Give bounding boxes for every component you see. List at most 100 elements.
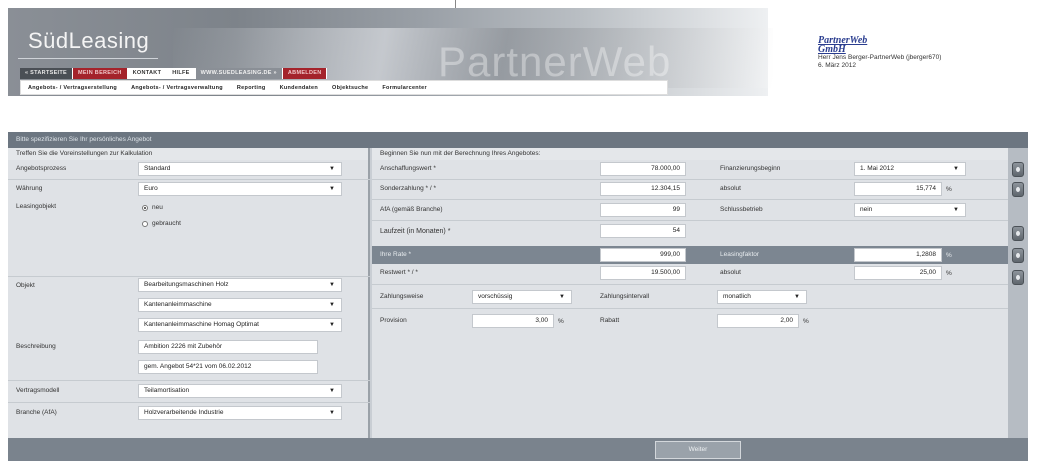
objekt-value-3: Kantenanleimmaschine Homag Optimat [144, 321, 259, 328]
leasingfaktor-value: 1,2808 [916, 251, 936, 258]
objekt-select-2[interactable]: Kantenanleimmaschine [138, 298, 342, 312]
partner-info: PartnerWeb GmbH Herr Jens Berger-Partner… [818, 36, 941, 70]
zahlungsweise-value: vorschüssig [478, 293, 513, 300]
afa-input[interactable]: 99 [600, 203, 686, 217]
ihre-rate-value: 999,00 [660, 251, 680, 258]
nav-hilfe[interactable]: Hilfe [167, 68, 196, 79]
main-panel: Treffen Sie die Voreinstellungen zur Kal… [8, 148, 1028, 438]
leasingfaktor-input[interactable]: 1,2808 [854, 248, 942, 262]
objekt-select-3[interactable]: Kantenanleimmaschine Homag Optimat [138, 318, 342, 332]
provision-label: Provision [380, 317, 407, 324]
action-column [1008, 148, 1028, 438]
partner-name-line2[interactable]: GmbH [818, 45, 941, 55]
info-button-icon[interactable] [1012, 248, 1024, 263]
info-button-icon[interactable] [1012, 226, 1024, 241]
info-button-icon[interactable] [1012, 270, 1024, 285]
vertragsmodell-label: Vertragsmodell [16, 387, 60, 394]
percent-unit: % [946, 270, 952, 277]
restwert-value: 19.500,00 [651, 269, 680, 276]
rabatt-input[interactable]: 2,00 [717, 314, 799, 328]
waehrung-label: Währung [16, 185, 43, 192]
angebotsprozess-value: Standard [144, 165, 171, 172]
divider [372, 179, 1008, 180]
partner-user: Herr Jens Berger-PartnerWeb (jberger670) [818, 54, 942, 61]
nav-angebotserstellung[interactable]: Angebots- / Vertragserstellung [21, 85, 124, 91]
angebotsprozess-select[interactable]: Standard [138, 162, 342, 176]
afa-value: 99 [672, 206, 680, 213]
absolut2-input[interactable]: 25,00 [854, 266, 942, 280]
anschaffungswert-value: 78.000,00 [651, 165, 680, 172]
divider [8, 179, 370, 180]
finanzierungsbeginn-select[interactable]: 1. Mai 2012 [854, 162, 966, 176]
schlussbetrieb-value: nein [860, 206, 873, 213]
right-heading-text: Beginnen Sie nun mit der Berechnung Ihre… [380, 150, 541, 157]
nav-mein-bereich[interactable]: Mein Bereich [73, 68, 128, 79]
ihre-rate-input[interactable]: 999,00 [600, 248, 686, 262]
schlussbetrieb-label: Schlussbetrieb [720, 206, 763, 213]
restwert-label: Restwert * / * [380, 269, 418, 276]
divider [372, 284, 1008, 285]
objekt-label: Objekt [16, 282, 35, 289]
divider [8, 380, 370, 381]
sonderzahlung-input[interactable]: 12.304,15 [600, 182, 686, 196]
laufzeit-value: 54 [672, 227, 680, 234]
percent-unit: % [946, 252, 952, 259]
zahlungsintervall-value: monatlich [723, 293, 751, 300]
restwert-input[interactable]: 19.500,00 [600, 266, 686, 280]
radio-gebraucht-label: gebraucht [152, 220, 181, 227]
nav-kontakt[interactable]: Kontakt [127, 68, 168, 79]
weiter-button[interactable]: Weiter [655, 441, 741, 459]
provision-input[interactable]: 3,00 [472, 314, 554, 328]
zahlungsintervall-select[interactable]: monatlich [717, 290, 807, 304]
objekt-select-1[interactable]: Bearbeitungsmaschinen Holz [138, 278, 342, 292]
logo-underline [18, 58, 158, 59]
nav-startseite[interactable]: « Startseite [20, 68, 74, 79]
anschaffungswert-input[interactable]: 78.000,00 [600, 162, 686, 176]
divider [372, 199, 1008, 200]
branche-label: Branche (AfA) [16, 409, 57, 416]
beschreibung-input-2[interactable]: gem. Angebot 54*21 vom 06.02.2012 [138, 360, 318, 374]
absolut1-label: absolut [720, 185, 741, 192]
branche-select[interactable]: Holzverarbeitende Industrie [138, 406, 342, 420]
absolut1-input[interactable]: 15,774 [854, 182, 942, 196]
nav-abmelden[interactable]: Abmelden [282, 68, 328, 79]
ihre-rate-label: Ihre Rate * [380, 251, 412, 258]
nav-objektsuche[interactable]: Objektsuche [325, 85, 375, 91]
angebotsprozess-label: Angebotsprozess [16, 165, 67, 172]
finanzierungsbeginn-value: 1. Mai 2012 [860, 165, 894, 172]
schlussbetrieb-select[interactable]: nein [854, 203, 966, 217]
info-button-icon[interactable] [1012, 182, 1024, 197]
leasingobjekt-label: Leasingobjekt [16, 203, 57, 210]
partner-date: 6. März 2012 [818, 62, 856, 69]
section-bar: Bitte spezifizieren Sie Ihr persönliches… [8, 132, 1028, 148]
percent-unit: % [946, 186, 952, 193]
provision-value: 3,00 [535, 317, 548, 324]
nav-kundendaten[interactable]: Kundendaten [273, 85, 325, 91]
section-bar-text: Bitte spezifizieren Sie Ihr persönliches… [16, 136, 152, 143]
radio-gebraucht[interactable] [142, 221, 148, 227]
nav-website[interactable]: www.suedleasing.de » [195, 68, 283, 79]
info-button-icon[interactable] [1012, 162, 1024, 177]
left-heading-text: Treffen Sie die Voreinstellungen zur Kal… [16, 150, 153, 157]
settings-panel: Angebotsprozess Standard Währung Euro Le… [8, 160, 370, 438]
percent-unit: % [558, 318, 564, 325]
zahlungsintervall-label: Zahlungsintervall [600, 293, 650, 300]
nav-vertragsverwaltung[interactable]: Angebots- / Vertragsverwaltung [124, 85, 230, 91]
beschreibung-input-1[interactable]: Ambition 2226 mit Zubehör [138, 340, 318, 354]
top-nav: « Startseite Mein Bereich Kontakt Hilfe … [20, 68, 328, 79]
anschaffungswert-label: Anschaffungswert * [380, 165, 436, 172]
footer-bar [8, 438, 1028, 461]
nav-reporting[interactable]: Reporting [230, 85, 273, 91]
beschreibung-value-2: gem. Angebot 54*21 vom 06.02.2012 [144, 363, 252, 370]
calculation-panel: Anschaffungswert * 78.000,00 Finanzierun… [372, 160, 1008, 438]
zahlungsweise-select[interactable]: vorschüssig [472, 290, 572, 304]
radio-neu[interactable] [142, 205, 148, 211]
nav-formularcenter[interactable]: Formularcenter [375, 85, 434, 91]
divider [8, 402, 370, 403]
rabatt-value: 2,00 [780, 317, 793, 324]
vertragsmodell-select[interactable]: Teilamortisation [138, 384, 342, 398]
divider [455, 0, 456, 8]
zahlungsweise-label: Zahlungsweise [380, 293, 424, 300]
waehrung-select[interactable]: Euro [138, 182, 342, 196]
laufzeit-input[interactable]: 54 [600, 224, 686, 238]
